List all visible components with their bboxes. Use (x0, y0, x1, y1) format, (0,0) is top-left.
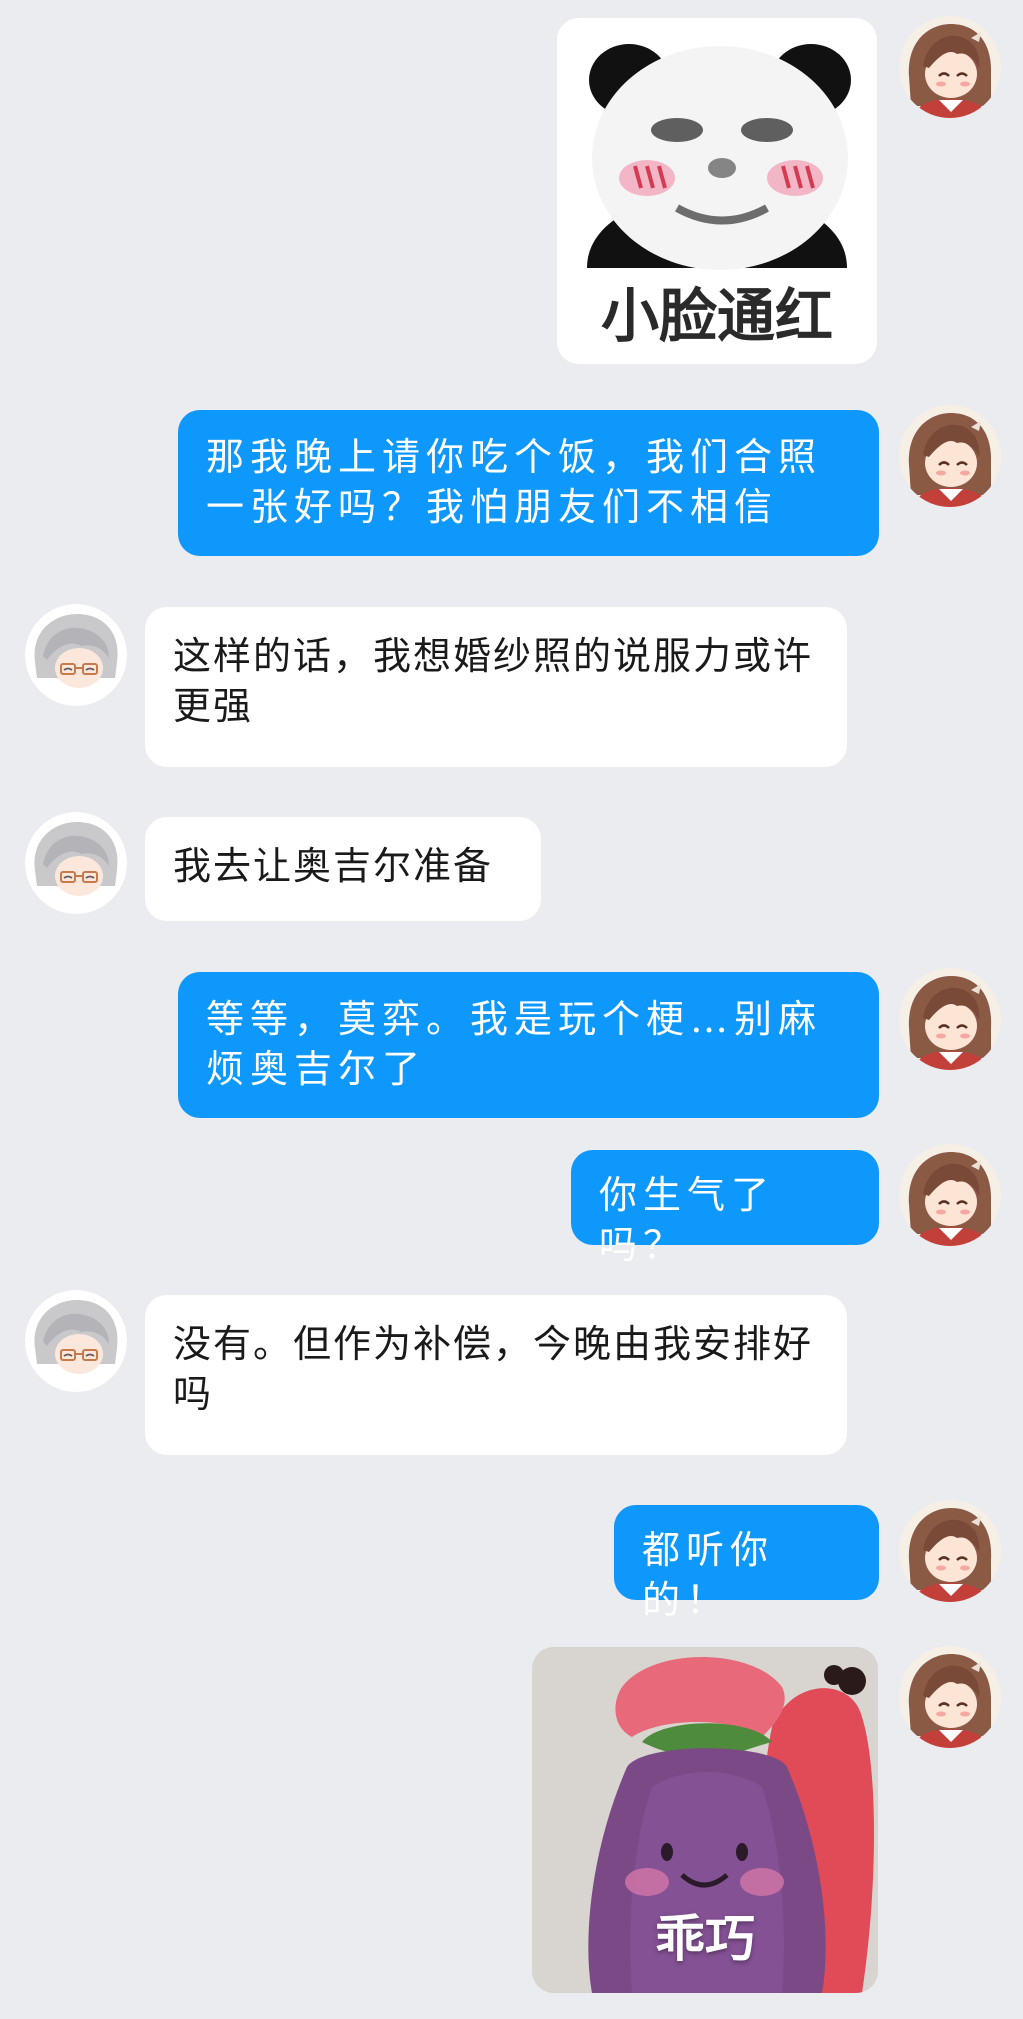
message-text: 那我晚上请你吃个饭，我们合照一张好吗？我怕朋友们不相信 (206, 435, 823, 529)
brown-hair-girl-avatar-icon (899, 1144, 1001, 1246)
sticker-message[interactable]: 小脸通红 (557, 18, 877, 364)
my-avatar[interactable] (899, 1646, 1001, 1748)
sticker-caption: 乖巧 (655, 1910, 755, 1968)
my-avatar[interactable] (899, 16, 1001, 118)
my-avatar[interactable] (899, 1500, 1001, 1602)
message-text: 这样的话，我想婚纱照的说服力或许更强 (173, 634, 814, 728)
my-avatar[interactable] (899, 405, 1001, 507)
contact-avatar[interactable] (25, 812, 127, 914)
brown-hair-girl-avatar-icon (899, 1500, 1001, 1602)
sticker-caption: 小脸通红 (600, 282, 833, 350)
panda-meme-blushing-icon (587, 44, 851, 270)
my-avatar[interactable] (899, 968, 1001, 1070)
white-hair-glasses-man-avatar-icon (25, 604, 127, 706)
message-text: 你生气了吗？ (599, 1173, 776, 1267)
message-text: 都听你的！ (642, 1528, 775, 1622)
my-avatar[interactable] (899, 1144, 1001, 1246)
their-message-bubble[interactable]: 我去让奥吉尔准备 (145, 817, 541, 921)
sticker-message[interactable]: 乖巧 (532, 1647, 878, 1993)
message-text: 我去让奥吉尔准备 (173, 844, 494, 888)
contact-avatar[interactable] (25, 1290, 127, 1392)
message-text: 没有。但作为补偿，今晚由我安排好吗 (173, 1322, 814, 1416)
brown-hair-girl-avatar-icon (899, 968, 1001, 1070)
my-message-bubble[interactable]: 等等，莫弈。我是玩个梗…别麻烦奥吉尔了 (178, 972, 879, 1118)
white-hair-glasses-man-avatar-icon (25, 812, 127, 914)
their-message-bubble[interactable]: 这样的话，我想婚纱照的说服力或许更强 (145, 607, 847, 767)
my-message-bubble[interactable]: 那我晚上请你吃个饭，我们合照一张好吗？我怕朋友们不相信 (178, 410, 879, 556)
brown-hair-girl-avatar-icon (899, 405, 1001, 507)
white-hair-glasses-man-avatar-icon (25, 1290, 127, 1392)
their-message-bubble[interactable]: 没有。但作为补偿，今晚由我安排好吗 (145, 1295, 847, 1455)
my-message-bubble[interactable]: 你生气了吗？ (571, 1150, 879, 1267)
contact-avatar[interactable] (25, 604, 127, 706)
brown-hair-girl-avatar-icon (899, 1646, 1001, 1748)
brown-hair-girl-avatar-icon (899, 16, 1001, 118)
message-text: 等等，莫弈。我是玩个梗…别麻烦奥吉尔了 (206, 997, 823, 1091)
my-message-bubble[interactable]: 都听你的！ (614, 1505, 879, 1622)
